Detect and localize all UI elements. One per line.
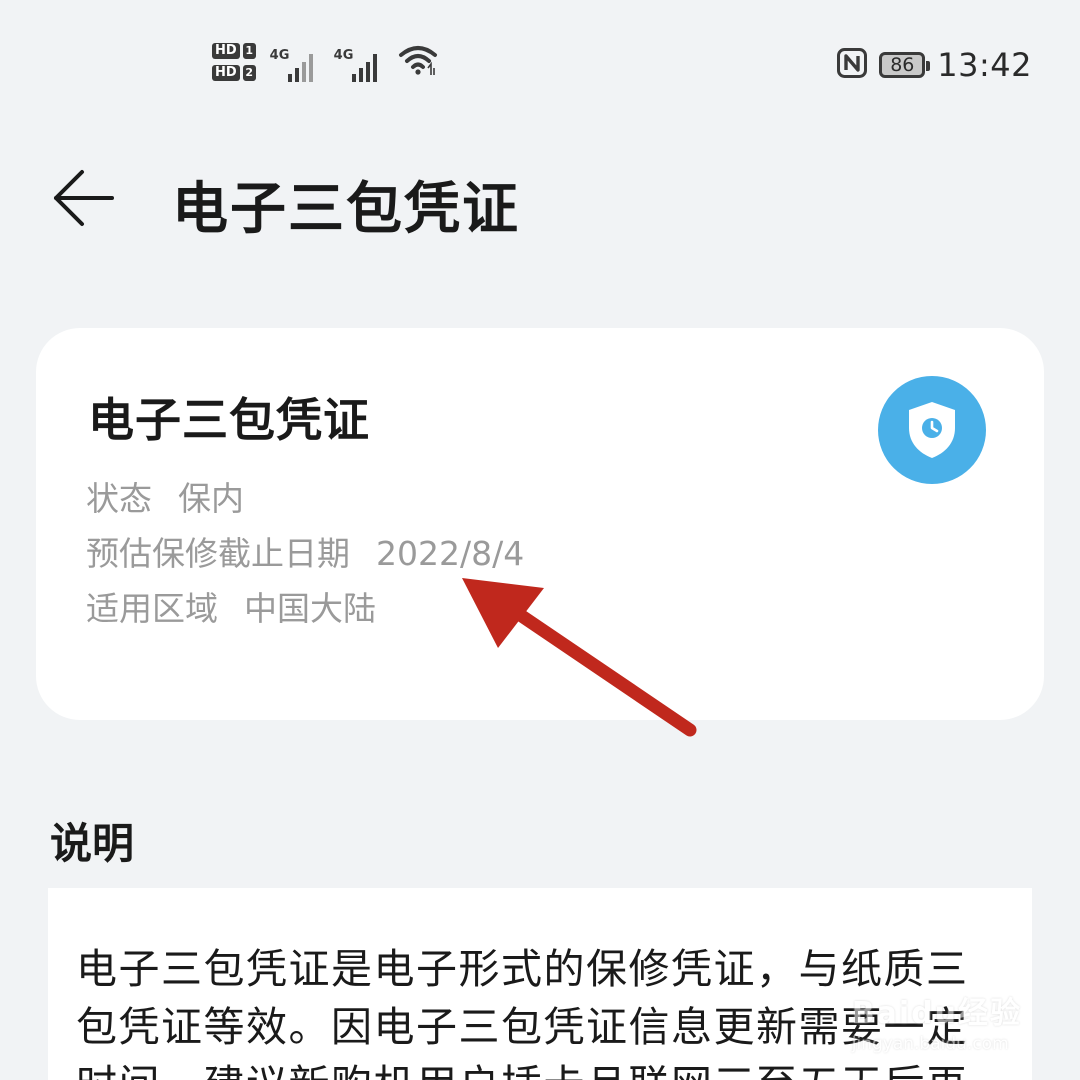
status-bar-left: HD 1 HD 2 4G 4G xyxy=(212,40,438,84)
volte-sim1-label: HD xyxy=(212,43,240,59)
status-bar-right: 86 13:42 xyxy=(837,46,1032,84)
volte-sim1-badge: HD 1 xyxy=(212,43,256,59)
description-section-title: 说明 xyxy=(50,819,135,868)
status-label: 状态 xyxy=(86,479,152,518)
volte-sim2-badge: HD 2 xyxy=(212,65,256,81)
watermark: Baidu经验 jingyan.baidu.com xyxy=(852,988,1022,1054)
status-bar: HD 1 HD 2 4G 4G 86 13:42 xyxy=(0,0,1080,110)
volte-sim2-label: HD xyxy=(212,65,240,81)
volte-indicators: HD 1 HD 2 xyxy=(212,43,256,81)
page-title: 电子三包凭证 xyxy=(172,177,520,242)
card-title: 电子三包凭证 xyxy=(88,393,370,447)
watermark-brand: Baidu经验 xyxy=(851,996,1022,1031)
watermark-url: jingyan.baidu.com xyxy=(851,1034,1009,1054)
warranty-date-value: 2022/8/4 xyxy=(376,534,525,573)
volte-sim1-number: 1 xyxy=(242,43,256,59)
battery-icon: 86 xyxy=(879,52,931,78)
warranty-date-label: 预估保修截止日期 xyxy=(86,534,350,573)
signal-icon: 4G xyxy=(270,40,320,84)
back-arrow-icon xyxy=(54,170,114,226)
volte-sim2-number: 2 xyxy=(242,65,256,81)
battery-level: 86 xyxy=(890,54,915,76)
status-value: 保内 xyxy=(178,479,244,518)
screen: HD 1 HD 2 4G 4G 86 13:42 电子三包凭证 电子三包凭证 状… xyxy=(0,0,1080,1080)
status-clock: 13:42 xyxy=(937,46,1032,84)
warranty-card: 电子三包凭证 状态 保内 预估保修截止日期 2022/8/4 适用区域 中国大陆 xyxy=(36,328,1044,720)
region-label: 适用区域 xyxy=(86,589,218,628)
status-row: 状态 保内 xyxy=(86,472,244,520)
warranty-date-row: 预估保修截止日期 2022/8/4 xyxy=(86,527,524,575)
region-row: 适用区域 中国大陆 xyxy=(86,582,376,630)
app-header: 电子三包凭证 xyxy=(0,150,1080,250)
signal-icon: 4G xyxy=(334,40,384,84)
nfc-icon xyxy=(837,48,868,82)
back-button[interactable] xyxy=(48,166,120,230)
region-value: 中国大陆 xyxy=(244,589,376,628)
shield-clock-icon xyxy=(878,376,986,484)
wifi-icon xyxy=(398,43,438,81)
